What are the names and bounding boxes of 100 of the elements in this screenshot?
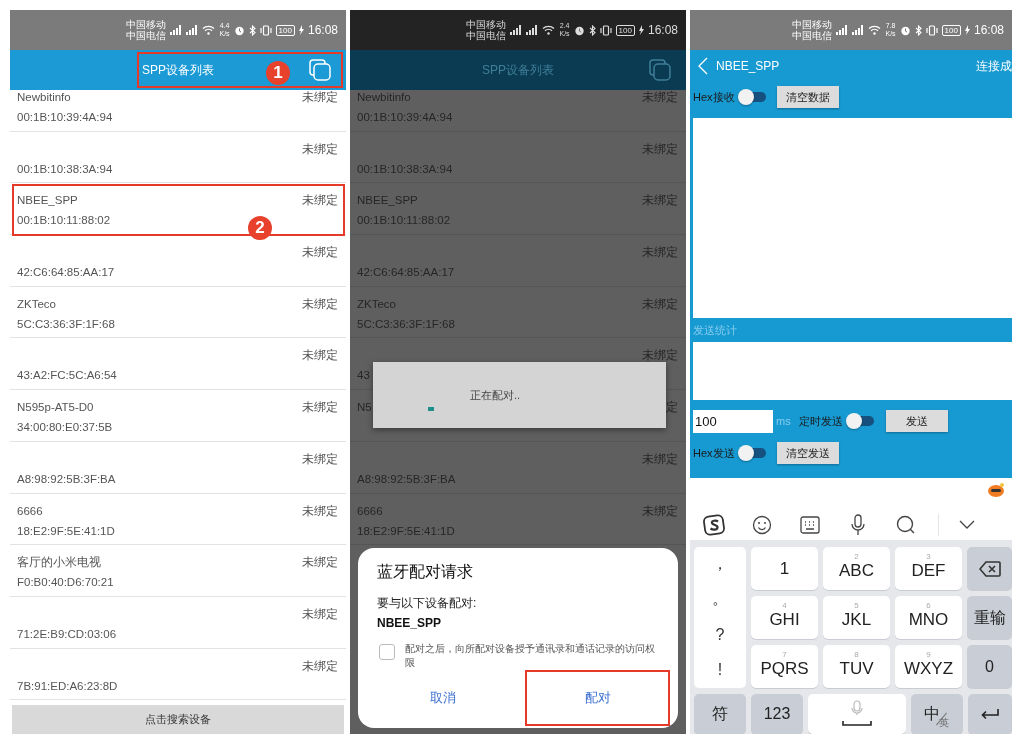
checkbox[interactable]: [379, 644, 395, 660]
copy-icon[interactable]: [308, 58, 332, 82]
alarm-icon: [233, 24, 245, 36]
device-address: 00:1B:10:11:88:02: [357, 213, 451, 229]
keyboard-key[interactable]: 8 TUV: [823, 645, 890, 688]
backspace-key[interactable]: [967, 547, 1012, 590]
bind-status: 未绑定: [302, 400, 338, 416]
screen-title: SPP设备列表: [142, 61, 214, 79]
device-name: ZKTeco: [17, 296, 56, 312]
battery-indicator: 100: [615, 24, 635, 36]
toggle-switch[interactable]: [737, 89, 766, 105]
charging-icon: [638, 25, 644, 35]
battery-indicator: 100: [275, 24, 295, 36]
keyboard-key[interactable]: 符: [694, 694, 746, 734]
device-address: 42:C6:64:85:AA:17: [357, 265, 455, 281]
device-row[interactable]: 未绑定 71:2E:B9:CD:03:06: [10, 596, 346, 649]
device-address: 18:E2:9F:5E:41:1D: [357, 523, 455, 539]
carrier-name: 中国电信: [126, 30, 167, 41]
keyboard-key[interactable]: 9 WXYZ: [895, 645, 962, 688]
device-address: 42:C6:64:85:AA:17: [17, 265, 115, 281]
bind-status: 未绑定: [302, 193, 338, 209]
unit-label: ms: [776, 415, 791, 427]
device-address: 00:1B:10:39:4A:94: [357, 110, 453, 125]
bluetooth-icon: [588, 24, 596, 36]
device-address: 34:00:80:E0:37:5B: [17, 420, 113, 436]
dialog-button[interactable]: 取消: [370, 670, 515, 726]
device-row[interactable]: 未绑定 43:A2:FC:5C:A6:54: [10, 338, 346, 391]
step-badge: 2: [248, 216, 272, 241]
device-name: NBEE_SPP: [17, 193, 78, 209]
device-address: 5C:C3:36:3F:1F:68: [357, 316, 455, 332]
signal-icon: [510, 25, 523, 35]
keyboard-key[interactable]: 0: [967, 645, 1012, 688]
device-row[interactable]: Newbitinfo 未绑定 00:1B:10:39:4A:94: [10, 90, 346, 132]
device-row[interactable]: ZKTeco 未绑定 5C:C3:36:3F:1F:68: [10, 286, 346, 339]
keyboard-key[interactable]: 3 DEF: [895, 547, 962, 590]
keyboard-icon[interactable]: [800, 516, 820, 534]
device-address: A8:98:92:5B:3F:BA: [357, 471, 456, 487]
device-row[interactable]: NBEE_SPP 未绑定 00:1B:10:11:88:02 2: [10, 183, 346, 236]
toggle-switch[interactable]: [737, 445, 766, 461]
keyboard-key[interactable]: 5 JKL: [823, 596, 890, 639]
device-name: ZKTeco: [357, 296, 396, 312]
signal-icon: [836, 25, 849, 35]
battery-indicator: 100: [941, 24, 961, 36]
search-icon[interactable]: [896, 515, 916, 535]
carrier-name: 中国移动: [126, 19, 167, 30]
toggle-switch[interactable]: [845, 413, 874, 429]
bind-status: 未绑定: [302, 296, 338, 312]
device-row[interactable]: 客厅的小米电视 未绑定 F0:B0:40:D6:70:21: [10, 545, 346, 597]
send-button[interactable]: 发送: [885, 410, 948, 432]
signal-icon: [186, 25, 199, 35]
punctuation-key[interactable]: ，: [694, 549, 746, 580]
device-row[interactable]: 未绑定 7B:91:ED:A6:23:8D: [10, 648, 346, 701]
keyboard-key[interactable]: 1: [751, 547, 818, 590]
device-row[interactable]: 6666 未绑定 18:E2:9F:5E:41:1D: [10, 493, 346, 546]
keyboard-key[interactable]: 7 PQRS: [751, 645, 818, 688]
keyboard-key[interactable]: 重输: [967, 596, 1012, 639]
back-icon[interactable]: [698, 57, 708, 75]
interval-field[interactable]: 100: [693, 409, 773, 433]
clock-time: 16:08: [973, 23, 1004, 37]
input-method-logo-icon[interactable]: [703, 514, 725, 536]
vibrate-icon: [925, 24, 938, 36]
wifi-icon: [202, 25, 216, 35]
punctuation-key[interactable]: !: [694, 655, 746, 686]
bind-status: 未绑定: [302, 90, 338, 105]
microphone-icon[interactable]: [850, 514, 866, 536]
device-name: 6666: [17, 503, 43, 519]
carrier-name: 中国电信: [792, 30, 833, 41]
send-input-area[interactable]: [693, 342, 1012, 400]
search-devices-button[interactable]: 点击搜索设备: [12, 705, 344, 734]
device-address: 18:E2:9F:5E:41:1D: [17, 523, 115, 539]
collapse-icon[interactable]: [959, 520, 975, 530]
device-row[interactable]: 未绑定 42:C6:64:85:AA:17: [10, 235, 346, 287]
device-row[interactable]: N595p-AT5-D0 未绑定 34:00:80:E0:37:5B: [10, 390, 346, 442]
toast-message: 正在配对..: [470, 388, 521, 403]
clear-data-button[interactable]: 清空数据: [776, 86, 839, 108]
clear-send-button[interactable]: 清空发送: [776, 442, 839, 464]
device-name: NBEE_SPP: [357, 193, 418, 209]
wifi-icon: [868, 25, 882, 35]
dialog-title: 蓝牙配对请求: [376, 562, 474, 582]
mascot-icon[interactable]: [986, 482, 1006, 498]
device-row[interactable]: 未绑定 00:1B:10:38:3A:94: [10, 131, 346, 184]
bind-status: 未绑定: [302, 606, 338, 622]
enter-key[interactable]: [968, 694, 1012, 734]
copy-icon[interactable]: [648, 58, 672, 82]
device-address: F0:B0:40:D6:70:21: [17, 575, 114, 591]
punctuation-key[interactable]: ?: [694, 620, 746, 651]
device-row[interactable]: 未绑定 A8:98:92:5B:3F:BA: [10, 441, 346, 494]
keyboard-key[interactable]: 4 GHI: [751, 596, 818, 639]
device-name: 6666: [357, 503, 383, 519]
device-title: NBEE_SPP: [716, 59, 780, 73]
dialog-button[interactable]: 配对: [525, 670, 670, 726]
emoji-icon[interactable]: [752, 515, 772, 535]
checkbox-label: 配对之后，向所配对设备授予通讯录和通话记录的访问权限: [405, 642, 656, 670]
keyboard-key[interactable]: 123: [751, 694, 803, 734]
keyboard-key[interactable]: 6 MNO: [895, 596, 962, 639]
dialog-message: 要与以下设备配对:: [376, 595, 478, 612]
keyboard-key[interactable]: 2 ABC: [823, 547, 890, 590]
bind-status: 未绑定: [302, 348, 338, 364]
wifi-icon: [542, 25, 556, 35]
punctuation-key[interactable]: 。: [694, 584, 746, 615]
